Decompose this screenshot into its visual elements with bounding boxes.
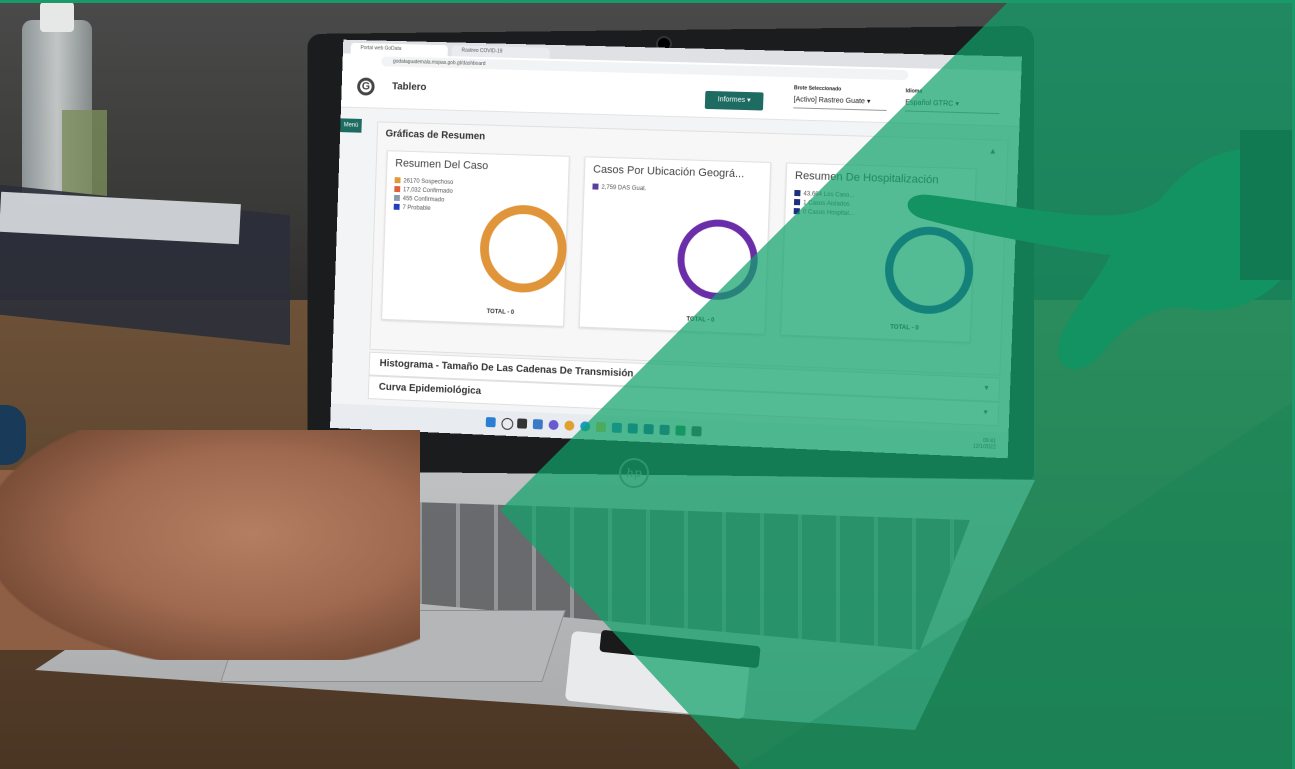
app3-icon[interactable] xyxy=(691,426,702,437)
panel-title: Gráficas de Resumen xyxy=(385,128,486,143)
green-box xyxy=(62,110,107,200)
card-title: Casos Por Ubicación Geográ... xyxy=(592,163,745,181)
store-icon[interactable] xyxy=(611,422,622,433)
brote-select[interactable]: [Activo] Rastreo Guate ▾ xyxy=(793,95,888,111)
excel-icon[interactable] xyxy=(675,425,686,436)
legend-label: 0 Casos Hospital... xyxy=(802,209,854,218)
files-icon[interactable] xyxy=(595,421,607,433)
legend-label: 1 Casos Aislados xyxy=(802,200,850,208)
godata-logo-icon[interactable]: G xyxy=(356,77,375,96)
card-ubicacion: Casos Por Ubicación Geográ... 2,759 DAS … xyxy=(578,156,772,335)
sleeve xyxy=(1240,130,1295,280)
page-title: Tablero xyxy=(391,81,427,94)
date: 12/1/2022 xyxy=(972,443,996,451)
taskview-icon[interactable] xyxy=(517,418,528,429)
donut-chart[interactable] xyxy=(676,218,760,302)
brote-label: Brote Seleccionado xyxy=(793,85,842,93)
legend-swatch xyxy=(394,177,401,184)
pointing-hand xyxy=(907,147,1295,370)
menu-button[interactable]: Menú xyxy=(340,118,362,133)
card-resumen-caso: Resumen Del Caso 26170 Sospechoso 17,032… xyxy=(381,150,570,327)
search-icon[interactable] xyxy=(501,417,514,431)
legend-label: 26170 Sospechoso xyxy=(403,178,454,186)
legend-label: 17,032 Confirmado xyxy=(402,187,453,195)
legend-swatch xyxy=(394,186,401,193)
section-title: Histograma - Tamaño De Las Cadenas De Tr… xyxy=(379,358,634,380)
total-label: TOTAL - 0 xyxy=(486,308,515,316)
bottle-cap xyxy=(40,2,74,32)
photo-scene: hp Portal web GoData Rastreo COVID-19 go… xyxy=(0,0,1295,769)
card-legend: 26170 Sospechoso 17,032 Confirmado 455 C… xyxy=(393,177,454,214)
chevron-down-icon[interactable]: ▾ xyxy=(983,407,987,416)
left-hand xyxy=(0,430,420,660)
legend-label: 43,664 Los Caso... xyxy=(803,191,855,199)
donut-chart[interactable] xyxy=(478,203,569,295)
idioma-value: Español GTRC xyxy=(905,99,954,108)
legend-label: 7 Probable xyxy=(402,205,431,212)
legend-swatch xyxy=(393,204,400,211)
chat-icon[interactable] xyxy=(548,419,559,431)
legend-swatch xyxy=(793,208,800,215)
brote-value: [Activo] Rastreo Guate xyxy=(793,96,866,106)
legend-swatch xyxy=(793,199,801,206)
section-title: Curva Epidemiológica xyxy=(378,381,482,397)
hp-logo: hp xyxy=(619,458,649,488)
legend-swatch xyxy=(393,195,400,202)
card-legend: 43,664 Los Caso... 1 Casos Aislados 0 Ca… xyxy=(793,190,855,219)
total-label: TOTAL - 0 xyxy=(686,316,715,324)
mail-icon[interactable] xyxy=(627,423,638,434)
system-tray[interactable]: 09:41 12/1/2022 xyxy=(972,437,996,451)
widgets-icon[interactable] xyxy=(532,419,543,430)
legend-swatch xyxy=(794,190,801,197)
informes-button[interactable]: Informes ▾ xyxy=(704,90,764,111)
legend-item[interactable]: 2,759 DAS Guat. xyxy=(592,183,647,194)
card-title: Resumen Del Caso xyxy=(395,157,489,173)
informes-label: Informes xyxy=(717,96,746,104)
idioma-select[interactable]: Español GTRC ▾ xyxy=(904,98,1000,115)
idioma-label: Idioma xyxy=(905,88,923,95)
edge-icon[interactable] xyxy=(580,421,591,432)
app2-icon[interactable] xyxy=(659,424,670,436)
legend-label: 2,759 DAS Guat. xyxy=(601,184,647,193)
chrome-icon[interactable] xyxy=(564,420,575,431)
app-icon[interactable] xyxy=(643,423,654,435)
windows-icon[interactable] xyxy=(485,417,496,428)
legend-swatch xyxy=(592,183,599,191)
card-legend: 2,759 DAS Guat. xyxy=(592,183,647,194)
legend-label: 455 Confirmado xyxy=(402,196,445,204)
legend-item[interactable]: 0 Casos Hospital... xyxy=(793,208,854,219)
